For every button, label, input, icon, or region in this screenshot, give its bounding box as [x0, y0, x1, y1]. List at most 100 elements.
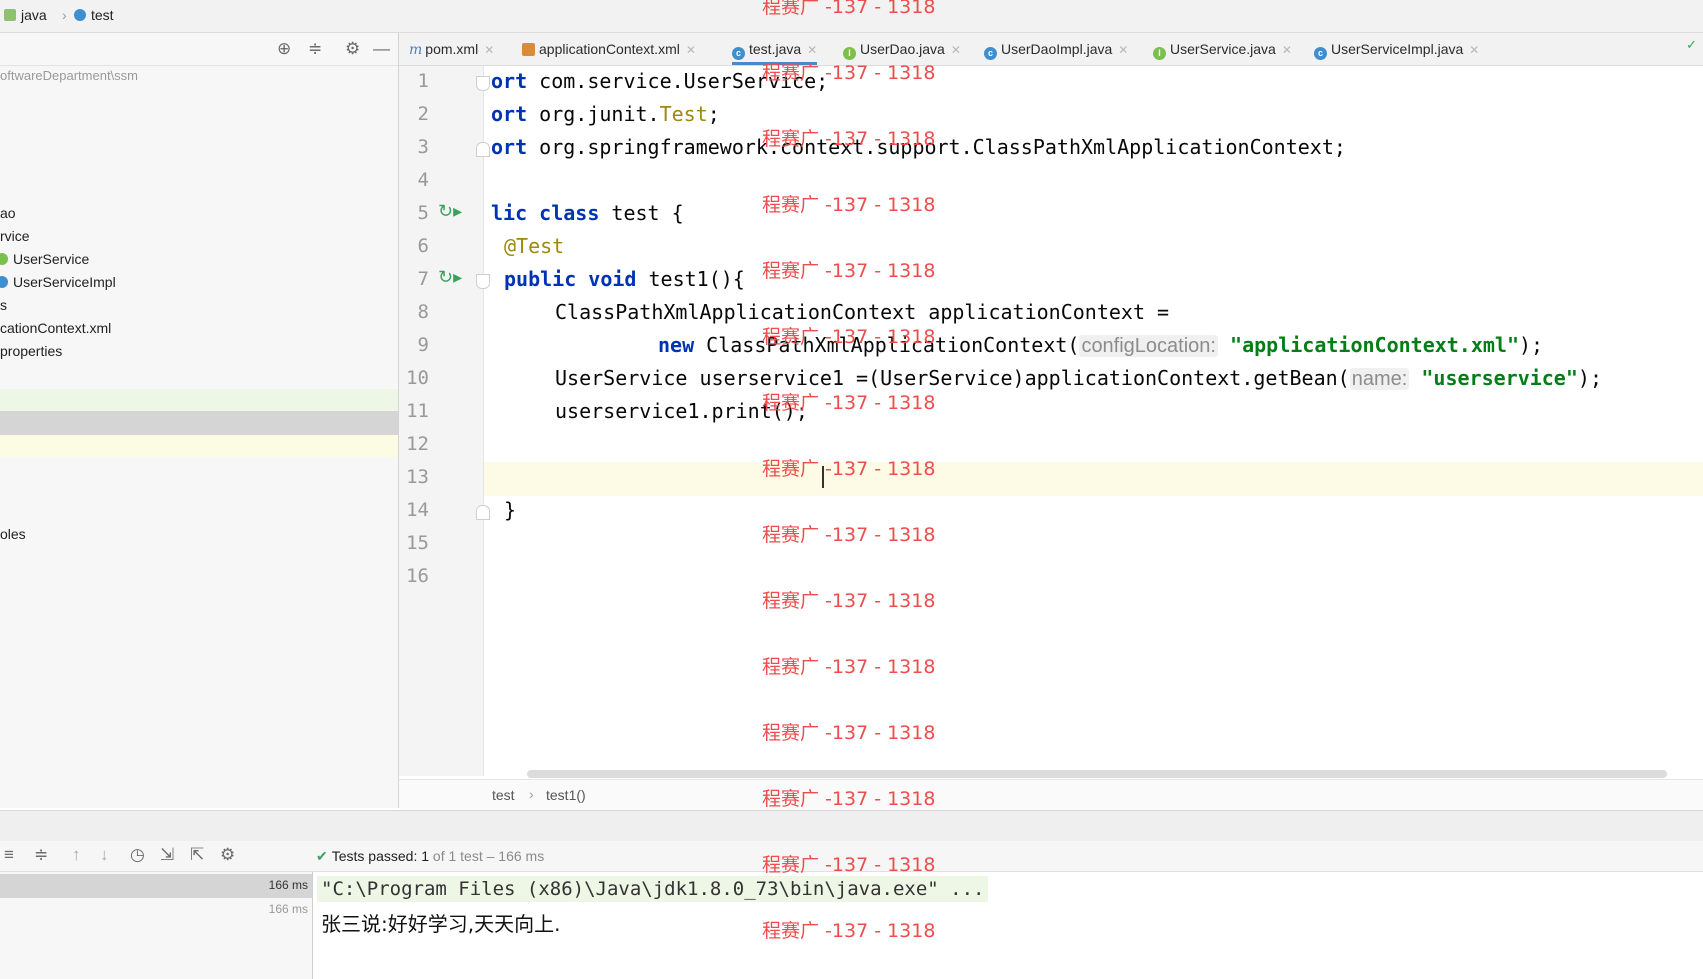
code-line-7: public void test1(){: [504, 267, 745, 291]
arrow-down-icon[interactable]: ↓: [100, 845, 109, 865]
class-file-icon: [74, 9, 86, 21]
tree-row-highlight: [0, 389, 398, 411]
watermark-text: 程赛广 -137 - 1318: [762, 194, 936, 216]
editor-breadcrumb: test › test1(): [399, 779, 1703, 810]
line-number: 10: [406, 367, 429, 389]
test-duration: 166 ms: [268, 902, 308, 916]
console-command-line: "C:\Program Files (x86)\Java\jdk1.8.0_73…: [317, 876, 989, 902]
project-toolbar: ⊕ ≑ ⚙ —: [0, 33, 398, 66]
class-file-icon: c: [1314, 47, 1327, 60]
watermark-text: 程赛广 -137 - 1318: [762, 260, 936, 282]
test-status: ✔ Tests passed: 1 of 1 test – 166 ms: [316, 848, 545, 864]
watermark-text: 程赛广 -137 - 1318: [762, 0, 936, 18]
minimize-icon[interactable]: —: [373, 39, 390, 59]
code-line-2: ort org.junit.Test;: [491, 102, 720, 126]
watermark-text: 程赛广 -137 - 1318: [762, 128, 936, 150]
export-icon[interactable]: ⇱: [190, 845, 204, 865]
project-root-path: oftwareDepartment\ssm: [0, 68, 138, 83]
line-number: 3: [417, 136, 429, 158]
chevron-right-icon: ›: [529, 786, 534, 802]
tree-item[interactable]: ao: [0, 202, 398, 225]
tree-item[interactable]: rvice: [0, 225, 398, 248]
watermark-text: 程赛广 -137 - 1318: [762, 524, 936, 546]
fold-marker-icon[interactable]: [476, 76, 490, 91]
gear-icon[interactable]: ⚙: [345, 39, 360, 59]
close-icon[interactable]: ✕: [1469, 43, 1479, 57]
test-duration: 166 ms: [268, 878, 308, 892]
watermark-text: 程赛广 -137 - 1318: [762, 656, 936, 678]
breadcrumb-item-test1[interactable]: test1(): [546, 787, 586, 803]
close-icon[interactable]: ✕: [1282, 43, 1292, 57]
close-icon[interactable]: ✕: [686, 43, 696, 57]
test-row-selected[interactable]: 166 ms: [0, 874, 312, 898]
console-output[interactable]: "C:\Program Files (x86)\Java\jdk1.8.0_73…: [313, 872, 1703, 979]
line-number: 8: [417, 301, 429, 323]
line-number: 12: [406, 433, 429, 455]
line-number: 7: [417, 268, 429, 290]
line-number: 11: [406, 400, 429, 422]
project-panel: ⊕ ≑ ⚙ — oftwareDepartment\ssm ao rvice U…: [0, 33, 399, 808]
horizontal-scrollbar[interactable]: [527, 770, 1667, 778]
class-icon: [0, 276, 8, 288]
line-number: 1: [417, 70, 429, 92]
line-number: 15: [406, 532, 429, 554]
watermark-text: 程赛广 -137 - 1318: [762, 326, 936, 348]
line-number: 5: [417, 202, 429, 224]
tab-userserviceimpl-java[interactable]: c UserServiceImpl.java ✕: [1314, 33, 1479, 65]
run-test-icon[interactable]: ↻▸: [438, 267, 462, 288]
tab-userdaoimpl-java[interactable]: c UserDaoImpl.java ✕: [984, 33, 1128, 65]
close-icon[interactable]: ✕: [807, 43, 817, 57]
tree-item-userservice[interactable]: UserService: [0, 248, 398, 271]
parameter-hint: configLocation:: [1079, 335, 1218, 357]
tree-item-properties[interactable]: properties: [0, 340, 398, 363]
expand-all-icon[interactable]: ≡: [4, 845, 14, 865]
code-line-14: }: [504, 498, 517, 522]
tab-userservice-java[interactable]: I UserService.java ✕: [1153, 33, 1292, 65]
tree-item-applicationcontext[interactable]: cationContext.xml: [0, 317, 398, 340]
line-number: 16: [406, 565, 429, 587]
xml-file-icon: [522, 43, 535, 56]
tab-applicationcontext-xml[interactable]: applicationContext.xml ✕: [522, 33, 696, 65]
tree-row-selected[interactable]: [0, 411, 398, 435]
inspection-ok-icon[interactable]: ✓: [1686, 37, 1697, 53]
fold-marker-icon[interactable]: [476, 505, 490, 520]
tab-pom-xml[interactable]: m pom.xml ✕: [409, 33, 494, 65]
watermark-text: 程赛广 -137 - 1318: [762, 392, 936, 414]
breadcrumb-item-test[interactable]: test: [492, 787, 515, 803]
collapse-all-icon[interactable]: ≑: [34, 845, 48, 865]
line-number: 4: [417, 169, 429, 191]
class-file-icon: c: [732, 47, 745, 60]
close-icon[interactable]: ✕: [1118, 43, 1128, 57]
line-number: 2: [417, 103, 429, 125]
code-line-5: lic class test {: [491, 201, 684, 225]
current-line-highlight: [484, 462, 1703, 496]
import-icon[interactable]: ⇲: [160, 845, 174, 865]
editor-tab-bar: m pom.xml ✕ applicationContext.xml ✕ c test.…: [399, 33, 1703, 66]
tree-item[interactable]: s: [0, 294, 398, 317]
tree-item[interactable]: oles: [0, 523, 398, 546]
nav-crumb-test[interactable]: test: [74, 7, 114, 23]
close-icon[interactable]: ✕: [484, 43, 494, 57]
check-icon: ✔: [316, 848, 328, 864]
collapse-all-icon[interactable]: ≑: [308, 39, 322, 59]
tree-item-userserviceimpl[interactable]: UserServiceImpl: [0, 271, 398, 294]
class-file-icon: c: [984, 47, 997, 60]
watermark-text: 程赛广 -137 - 1318: [762, 62, 936, 84]
panel-divider: [0, 810, 1703, 841]
line-number: 14: [406, 499, 429, 521]
run-test-icon[interactable]: ↻▸: [438, 201, 462, 222]
history-icon[interactable]: ◷: [130, 845, 145, 865]
fold-marker-icon[interactable]: [476, 274, 490, 289]
watermark-text: 程赛广 -137 - 1318: [762, 854, 936, 876]
chevron-right-icon: ›: [62, 7, 67, 23]
fold-marker-icon[interactable]: [476, 142, 490, 157]
locate-icon[interactable]: ⊕: [277, 39, 291, 59]
interface-icon: [0, 253, 8, 265]
arrow-up-icon[interactable]: ↑: [72, 845, 81, 865]
watermark-text: 程赛广 -137 - 1318: [762, 722, 936, 744]
close-icon[interactable]: ✕: [951, 43, 961, 57]
line-number: 9: [417, 334, 429, 356]
gear-icon[interactable]: ⚙: [220, 845, 235, 865]
nav-crumb-java[interactable]: java: [4, 7, 47, 23]
line-number: 6: [417, 235, 429, 257]
